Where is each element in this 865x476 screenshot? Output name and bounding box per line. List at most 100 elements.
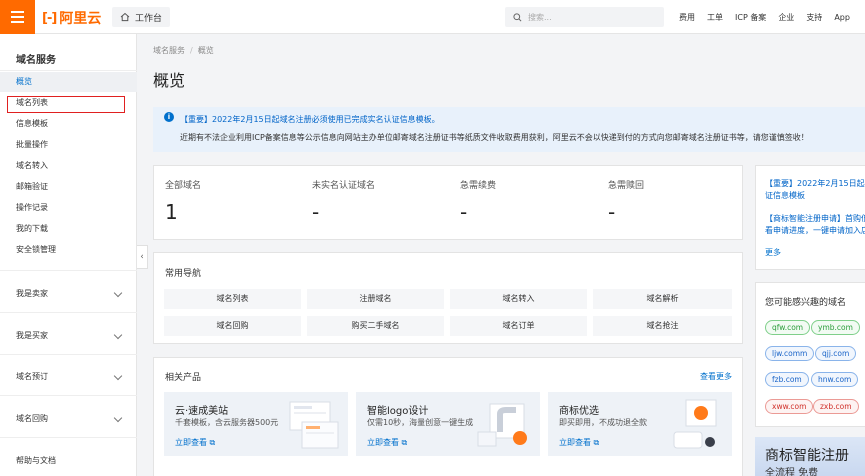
- sidebar-group-buyback[interactable]: 域名回购: [0, 409, 137, 429]
- nav-buyback[interactable]: 域名回购: [164, 316, 301, 336]
- news-more-link[interactable]: 更多: [765, 247, 781, 259]
- stats-card: [153, 165, 743, 240]
- group-label: 域名回购: [16, 414, 48, 423]
- nav-buy-secondhand[interactable]: 购买二手域名: [307, 316, 444, 336]
- divider: [0, 270, 137, 271]
- stat-value: -: [460, 200, 468, 224]
- product-card-trademark[interactable]: 商标优选 即买即用，不成功退全款 立即查看 ⧉: [548, 392, 732, 456]
- banner-subtitle: 全流程 免费: [765, 468, 819, 476]
- breadcrumb-item: 概览: [197, 46, 214, 55]
- top-bar: [-] 阿里云 工作台 费用 工单 ICP 备案 企业 支持 App: [0, 0, 865, 34]
- stat-label: 急需赎回: [608, 181, 645, 191]
- divider: [0, 395, 137, 396]
- domain-tag[interactable]: fzb.com: [765, 372, 809, 387]
- stat-value: -: [312, 200, 320, 224]
- breadcrumb-item[interactable]: 域名服务: [153, 46, 185, 55]
- product-desc: 千套模板，含云服务器500元: [175, 418, 279, 427]
- notice-important[interactable]: 【重要】2022年2月15日起域名注册必须使用已完成实名认证信息模板。: [180, 114, 440, 125]
- product-card-logo[interactable]: 智能logo设计 仅需10秒，海量创意一键生成 立即查看 ⧉: [356, 392, 540, 456]
- divider: [0, 354, 137, 355]
- external-link-icon: ⧉: [401, 438, 408, 447]
- link-enterprise[interactable]: 企业: [778, 12, 794, 23]
- nav-dns[interactable]: 域名解析: [593, 289, 732, 309]
- info-icon: i: [164, 112, 174, 122]
- domain-tag[interactable]: ymb.com: [811, 320, 860, 335]
- notice-warning: 近期有不法企业利用ICP备案信息等公示信息向网站主办单位邮寄域名注册证书等纸质文…: [180, 133, 809, 142]
- workbench-label: 工作台: [135, 13, 163, 24]
- logo-mark-icon: [-]: [42, 10, 57, 26]
- domain-tag[interactable]: hnw.com: [811, 372, 859, 387]
- product-desc: 即买即用，不成功退全款: [559, 418, 647, 427]
- collapse-sidebar-button[interactable]: ‹: [137, 245, 148, 269]
- product-link[interactable]: 立即查看 ⧉: [367, 437, 407, 448]
- sidebar-item-overview[interactable]: 概览: [0, 72, 137, 92]
- group-label: 我是买家: [16, 331, 48, 340]
- products-more-link[interactable]: 查看更多: [700, 371, 732, 382]
- nav-orders[interactable]: 域名订单: [450, 316, 587, 336]
- link-app[interactable]: App: [834, 13, 850, 22]
- sidebar-group-buyer[interactable]: 我是买家: [0, 326, 137, 346]
- banner-title: 商标智能注册: [765, 448, 849, 464]
- external-link-icon: ⧉: [593, 438, 600, 447]
- notice-banner: i 【重要】2022年2月15日起域名注册必须使用已完成实名认证信息模板。 近期…: [153, 107, 865, 152]
- sidebar-item-security-lock[interactable]: 安全锁管理: [0, 240, 137, 260]
- domain-tag[interactable]: zxb.com: [813, 399, 859, 414]
- sidebar-item-info-template[interactable]: 信息模板: [0, 114, 137, 134]
- product-title: 商标优选: [559, 406, 599, 417]
- product-card-site[interactable]: 云·速成美站 千套模板，含云服务器500元 立即查看 ⧉: [164, 392, 348, 456]
- product-link[interactable]: 立即查看 ⧉: [175, 437, 215, 448]
- trademark-promo-banner[interactable]: 商标智能注册 全流程 免费: [755, 437, 865, 476]
- nav-domain-list[interactable]: 域名列表: [164, 289, 301, 309]
- aliyun-logo[interactable]: [-] 阿里云: [42, 8, 101, 28]
- chevron-down-icon: [113, 413, 123, 423]
- divider: [0, 70, 137, 71]
- link-support[interactable]: 支持: [806, 12, 822, 23]
- quick-nav-title: 常用导航: [165, 269, 202, 279]
- menu-icon[interactable]: [0, 0, 35, 34]
- chevron-left-icon: ‹: [140, 252, 144, 262]
- group-label: 域名预订: [16, 372, 48, 381]
- news-item-trademark[interactable]: 【商标智能注册申请】首购低 看申请进度，一键申请加入店: [765, 213, 865, 237]
- sidebar-title: 域名服务: [16, 55, 56, 66]
- sidebar-item-email-verify[interactable]: 邮箱验证: [0, 177, 137, 197]
- stat-value[interactable]: 1: [165, 200, 178, 224]
- nav-snap-up[interactable]: 域名抢注: [593, 316, 732, 336]
- link-fees[interactable]: 费用: [679, 12, 695, 23]
- link-tickets[interactable]: 工单: [707, 12, 723, 23]
- products-title: 相关产品: [165, 373, 202, 383]
- sidebar-help-docs[interactable]: 帮助与文档: [0, 451, 137, 471]
- divider: [0, 312, 137, 313]
- search-icon: [513, 12, 522, 21]
- link-icp[interactable]: ICP 备案: [735, 12, 766, 23]
- group-label: 我是卖家: [16, 289, 48, 298]
- sidebar-item-records[interactable]: 操作记录: [0, 198, 137, 218]
- stat-label: 全部域名: [165, 181, 202, 191]
- domain-tag[interactable]: ljw.comm: [765, 346, 815, 361]
- domain-tag[interactable]: xww.com: [765, 399, 814, 414]
- sidebar-item-downloads[interactable]: 我的下载: [0, 219, 137, 239]
- nav-register-domain[interactable]: 注册域名: [307, 289, 444, 309]
- external-link-icon: ⧉: [209, 438, 216, 447]
- news-item-important[interactable]: 【重要】2022年2月15日起 证信息模板: [765, 178, 865, 202]
- logo-design-illustration-icon: [477, 403, 527, 447]
- sidebar-group-seller[interactable]: 我是卖家: [0, 284, 137, 304]
- highlight-box: [7, 96, 125, 113]
- sidebar-group-reserve[interactable]: 域名预订: [0, 367, 137, 387]
- product-link[interactable]: 立即查看 ⧉: [559, 437, 599, 448]
- suggest-title: 您可能感兴趣的域名: [765, 298, 847, 308]
- stat-label: 未实名认证域名: [312, 181, 376, 191]
- sidebar-item-transfer-in[interactable]: 域名转入: [0, 156, 137, 176]
- domain-tag[interactable]: qjj.com: [815, 346, 857, 361]
- product-title: 云·速成美站: [175, 406, 229, 417]
- search-box[interactable]: [505, 7, 664, 27]
- search-input[interactable]: [528, 12, 648, 22]
- sidebar: 域名服务 概览 域名列表 信息模板 批量操作 域名转入 邮箱验证 操作记录 我的…: [0, 34, 137, 476]
- chevron-down-icon: [113, 288, 123, 298]
- page-title: 概览: [153, 71, 186, 90]
- logo-text: 阿里云: [59, 11, 102, 27]
- domain-tag[interactable]: qfw.com: [765, 320, 811, 335]
- sidebar-item-batch[interactable]: 批量操作: [0, 135, 137, 155]
- breadcrumb: 域名服务 / 概览: [153, 46, 214, 55]
- nav-transfer-in[interactable]: 域名转入: [450, 289, 587, 309]
- workbench-button[interactable]: 工作台: [112, 7, 171, 27]
